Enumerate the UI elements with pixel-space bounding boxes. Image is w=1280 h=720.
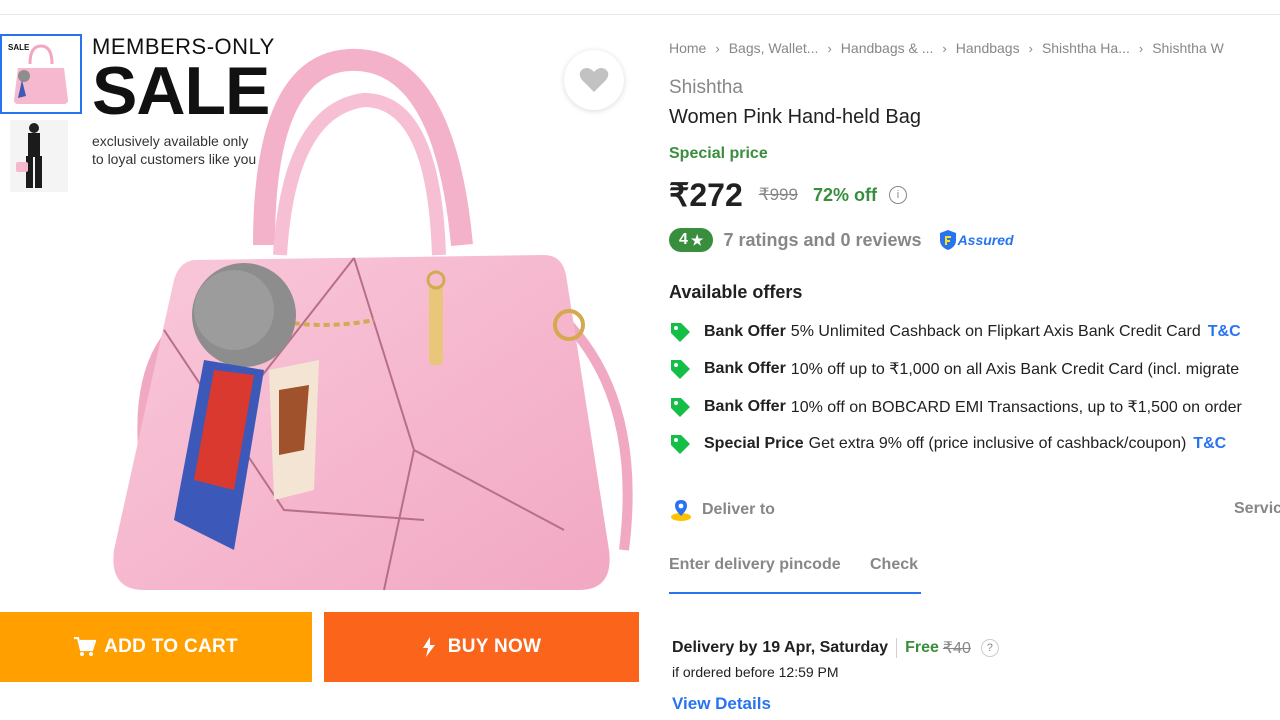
- top-bar: [0, 0, 1280, 15]
- breadcrumb-current[interactable]: Shishtha W: [1152, 40, 1224, 56]
- offer-tag-icon: [671, 360, 690, 379]
- cart-icon: [74, 637, 97, 656]
- special-price-label: Special price: [669, 145, 768, 162]
- offer-text: 5% Unlimited Cashback on Flipkart Axis B…: [790, 323, 1201, 340]
- offer-item: Bank Offer 10% off up to ₹1,000 on all A…: [669, 357, 1239, 381]
- promo-overlay: MEMBERS-ONLY SALE exclusively available …: [92, 34, 275, 168]
- breadcrumb-home[interactable]: Home: [669, 40, 706, 56]
- breadcrumb-handbags-category[interactable]: Handbags & ...: [841, 40, 934, 56]
- discount-percent: 72% off: [812, 184, 877, 205]
- delivery-by-label: Delivery by: [672, 639, 758, 656]
- available-offers-heading: Available offers: [669, 282, 803, 302]
- rating-value: 4: [679, 231, 688, 248]
- chevron-right-icon: ›: [942, 41, 947, 56]
- wishlist-button[interactable]: [564, 50, 624, 110]
- price-row: ₹272 ₹999 72% off i: [669, 176, 907, 214]
- offer-text: Get extra 9% off (price inclusive of cas…: [808, 435, 1187, 452]
- mrp-price: ₹999: [758, 185, 798, 204]
- offer-type: Bank Offer: [704, 323, 786, 340]
- ordered-before-text: if ordered before 12:59 PM: [672, 664, 839, 680]
- assured-badge: Assured: [938, 229, 1014, 251]
- help-icon[interactable]: ?: [980, 639, 999, 657]
- offer-text: 10% off up to ₹1,000 on all Axis Bank Cr…: [790, 361, 1240, 378]
- offer-tag-icon: [671, 435, 690, 454]
- offer-item: Special Price Get extra 9% off (price in…: [669, 432, 1226, 456]
- promo-loyal: to loyal customers like you: [92, 151, 257, 167]
- pincode-placeholder[interactable]: Enter delivery pincode: [669, 556, 841, 573]
- delivery-free: Free: [905, 639, 939, 656]
- assured-shield-icon: [939, 230, 956, 250]
- divider: [896, 638, 898, 658]
- add-to-cart-label: ADD TO CART: [104, 636, 238, 657]
- breadcrumb-handbags[interactable]: Handbags: [956, 40, 1020, 56]
- thumbnail-model-image: [10, 120, 68, 192]
- check-button[interactable]: Check: [870, 556, 918, 574]
- product-title: Women Pink Hand-held Bag: [669, 106, 921, 128]
- thumbnail-1[interactable]: SALE: [0, 34, 82, 114]
- offer-tc-link[interactable]: T&C: [1208, 323, 1241, 341]
- assured-label: Assured: [957, 232, 1014, 248]
- offer-tag-icon: [671, 398, 690, 417]
- ratings-count[interactable]: 7 ratings and 0 reviews: [723, 230, 921, 251]
- offer-text: 10% off on BOBCARD EMI Transactions, up …: [790, 399, 1242, 416]
- promo-sale: SALE: [92, 53, 270, 129]
- deliver-to-label: Deliver to: [702, 501, 775, 518]
- offer-tag-icon: [671, 323, 690, 342]
- rating-badge[interactable]: 4 ★: [669, 228, 714, 252]
- chevron-right-icon: ›: [1138, 41, 1144, 56]
- info-icon[interactable]: i: [888, 186, 907, 204]
- offer-item: Bank Offer 10% off on BOBCARD EMI Transa…: [669, 395, 1242, 419]
- delivery-old-charge: ₹40: [942, 640, 971, 657]
- heart-icon: [579, 68, 609, 92]
- offer-type: Bank Offer: [704, 398, 786, 415]
- chevron-right-icon: ›: [827, 41, 832, 56]
- thumbnail-2[interactable]: [0, 118, 82, 198]
- buy-now-button[interactable]: BUY NOW: [324, 612, 639, 682]
- breadcrumb-bags[interactable]: Bags, Wallet...: [729, 40, 819, 56]
- selling-price: ₹272: [669, 177, 743, 213]
- view-details-link[interactable]: View Details: [672, 694, 771, 714]
- services-label: Servic: [1234, 500, 1280, 517]
- delivery-date: 19 Apr, Saturday: [762, 639, 889, 656]
- offer-type: Special Price: [704, 435, 804, 452]
- rating-row: 4 ★ 7 ratings and 0 reviews Assured: [669, 228, 1014, 252]
- thumbnail-sale-badge: SALE: [8, 43, 30, 52]
- promo-exclusive: exclusively available only: [92, 133, 249, 149]
- offer-item: Bank Offer 5% Unlimited Cashback on Flip…: [669, 320, 1241, 344]
- add-to-cart-button[interactable]: ADD TO CART: [0, 612, 312, 682]
- buy-now-label: BUY NOW: [447, 636, 542, 657]
- breadcrumb: Home › Bags, Wallet... › Handbags & ... › Hand…: [669, 40, 1224, 56]
- location-pin-icon: [671, 500, 691, 521]
- lightning-icon: [422, 637, 435, 657]
- deliver-to: Deliver to: [669, 498, 775, 522]
- chevron-right-icon: ›: [1028, 41, 1033, 56]
- chevron-right-icon: ›: [715, 41, 720, 56]
- offer-tc-link[interactable]: T&C: [1193, 435, 1226, 453]
- offer-type: Bank Offer: [704, 360, 786, 377]
- breadcrumb-shishtha-handbags[interactable]: Shishtha Ha...: [1042, 40, 1130, 56]
- product-brand[interactable]: Shishtha: [669, 77, 743, 99]
- delivery-estimate: Delivery by 19 Apr, Saturday Free ₹40 ?: [672, 638, 999, 658]
- pincode-field[interactable]: Enter delivery pincode Check: [669, 556, 921, 594]
- star-icon: ★: [690, 231, 704, 248]
